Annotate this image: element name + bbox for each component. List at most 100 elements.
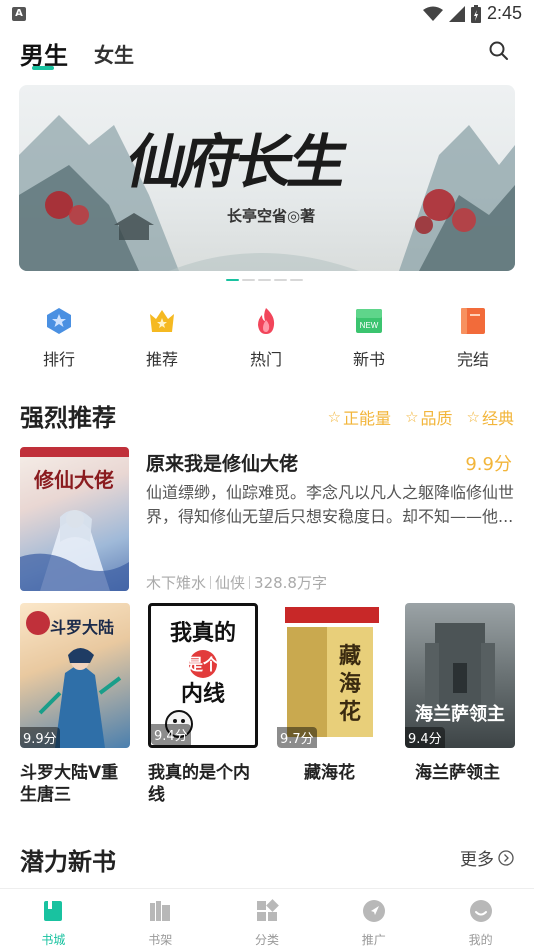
svg-text:斗罗大陆: 斗罗大陆 [50, 618, 114, 637]
book-card[interactable]: 藏 海 花 9.7分 藏海花 [277, 603, 387, 784]
book-title: 我真的是个内线 [148, 763, 250, 805]
star-icon: ☆ [405, 408, 419, 426]
tab-female[interactable]: 女生 [94, 39, 134, 68]
ranking-icon [47, 308, 71, 334]
svg-text:花: 花 [339, 699, 361, 725]
book-card[interactable]: 海兰萨领主 9.4分 海兰萨领主 [405, 603, 515, 784]
featured-book-description: 仙道缥缈，仙踪难觅。李念凡以凡人之躯降临修仙世界，得知修仙无望后只想安稳度日。却… [146, 483, 515, 526]
signal-icon [448, 5, 465, 22]
completed-icon [461, 308, 485, 334]
recommend-icon [150, 310, 174, 332]
section-title-recommend: 强烈推荐 [20, 404, 116, 432]
nav-bookstore[interactable]: 书城 [0, 889, 107, 950]
category-label: 完结 [456, 350, 489, 369]
meta-divider [249, 576, 251, 589]
svg-text:NEW: NEW [360, 321, 379, 330]
battery-icon [470, 4, 481, 23]
svg-text:修仙大佬: 修仙大佬 [33, 468, 114, 492]
category-grid-icon [256, 899, 279, 921]
featured-book-meta: 木下雉水 仙侠 328.8万字 [146, 572, 327, 593]
category-new[interactable]: NEW 新书 [329, 306, 409, 370]
category-recommend[interactable]: 推荐 [122, 306, 202, 370]
more-label: 更多 [460, 850, 494, 870]
tag-label: 经典 [481, 409, 514, 428]
tag-positive[interactable]: ☆ 正能量 [328, 405, 391, 429]
nav-bookshelf[interactable]: 书架 [107, 889, 214, 950]
nav-label: 书城 [41, 933, 66, 947]
star-icon: ☆ [466, 408, 480, 426]
nav-promotion[interactable]: 推广 [320, 889, 427, 950]
status-icons: 2:45 [422, 3, 522, 24]
book-card[interactable]: 斗罗大陆 9.9分 斗罗大陆V重生唐三 [20, 603, 130, 806]
featured-book-title[interactable]: 原来我是修仙大佬 [146, 449, 298, 476]
section-title-potential: 潜力新书 [20, 848, 116, 876]
carousel-dot [242, 279, 255, 281]
banner-carousel[interactable]: 仙府长生 长亭空省◎著 [19, 85, 515, 271]
sim-indicator: A [12, 7, 26, 21]
banner-title: 仙府长生 [120, 128, 352, 196]
book-score: 9.4分 [151, 724, 191, 745]
carousel-dot [226, 279, 239, 281]
bookstore-icon [44, 901, 63, 921]
featured-book-genre: 仙侠 [215, 574, 246, 592]
book-title: 斗罗大陆V重生唐三 [20, 763, 119, 805]
hot-icon [258, 308, 275, 334]
more-button[interactable]: 更多 [460, 845, 514, 870]
svg-text:藏: 藏 [339, 643, 361, 669]
category-label: 排行 [42, 350, 75, 369]
book-title: 海兰萨领主 [415, 763, 500, 783]
book-cover: 斗罗大陆 9.9分 [20, 603, 130, 748]
category-ranking[interactable]: 排行 [19, 306, 99, 370]
tag-classic[interactable]: ☆ 经典 [467, 405, 514, 429]
meta-divider [210, 576, 212, 589]
svg-text:我真的: 我真的 [170, 620, 236, 646]
category-label: 新书 [352, 350, 385, 369]
carousel-dots [226, 279, 303, 281]
book-cover: 我真的 是个 内线 9.4分 [148, 603, 258, 748]
nav-label: 推广 [361, 933, 386, 947]
svg-text:内线: 内线 [181, 681, 225, 707]
tag-label: 品质 [420, 409, 453, 428]
status-bar: A 2:45 [0, 0, 534, 30]
carousel-dot [258, 279, 271, 281]
carousel-dot [290, 279, 303, 281]
chevron-right-circle-icon [498, 849, 514, 866]
profile-face-icon [469, 900, 492, 922]
book-cover: 海兰萨领主 9.4分 [405, 603, 515, 748]
category-label: 热门 [249, 350, 282, 369]
featured-cover-art: 修仙大佬 [20, 447, 129, 591]
nav-profile[interactable]: 我的 [427, 889, 534, 950]
new-book-icon: NEW [356, 309, 382, 333]
svg-text:是个: 是个 [186, 655, 220, 674]
book-title: 藏海花 [304, 763, 355, 783]
svg-text:海: 海 [339, 671, 361, 697]
carousel-dot [274, 279, 287, 281]
nav-label: 书架 [148, 933, 173, 947]
tag-quality[interactable]: ☆ 品质 [405, 405, 452, 429]
star-icon: ☆ [327, 408, 342, 426]
category-label: 推荐 [145, 350, 178, 369]
bottom-nav: 书城 书架 分类 推广 我的 [0, 888, 534, 950]
wifi-icon [422, 6, 443, 21]
book-score: 9.4分 [405, 727, 445, 748]
banner-author: 长亭空省◎著 [227, 207, 316, 225]
featured-book-author: 木下雉水 [146, 574, 207, 592]
nav-category[interactable]: 分类 [214, 889, 321, 950]
category-row: 排行 推荐 热门 NEW 新书 完结 [0, 306, 534, 370]
tab-active-indicator [32, 66, 54, 70]
tag-label: 正能量 [343, 409, 392, 428]
recommend-tags: ☆ 正能量 ☆ 品质 ☆ 经典 [328, 405, 514, 429]
book-score: 9.7分 [277, 727, 317, 748]
featured-book-words: 328.8万字 [254, 574, 327, 592]
book-card[interactable]: 我真的 是个 内线 9.4分 我真的是个内线 [148, 603, 258, 806]
featured-book-cover[interactable]: 修仙大佬 [20, 447, 129, 591]
search-icon[interactable] [488, 40, 510, 62]
clock: 2:45 [486, 3, 522, 23]
book-score: 9.9分 [20, 727, 60, 748]
category-hot[interactable]: 热门 [226, 306, 306, 370]
nav-label: 分类 [254, 933, 279, 947]
bookshelf-icon [150, 901, 171, 921]
svg-text:海兰萨领主: 海兰萨领主 [415, 703, 505, 725]
category-completed[interactable]: 完结 [433, 306, 513, 370]
navigation-arrow-icon [362, 900, 385, 922]
